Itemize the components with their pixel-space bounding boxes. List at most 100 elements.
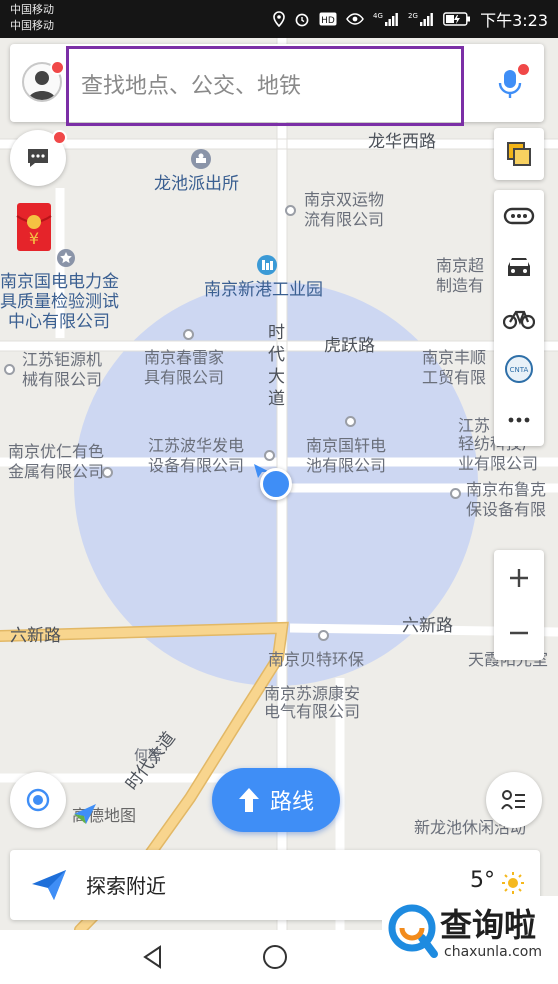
poi-dot <box>264 450 275 461</box>
poi-label-beite[interactable]: 南京贝特环保 <box>268 650 364 670</box>
taxi-icon <box>508 257 530 276</box>
explore-nearby-label: 探索附近 <box>86 874 166 898</box>
poi-label-fengshun-2[interactable]: 工贸有限 <box>422 368 486 388</box>
traffic-icon <box>503 207 535 224</box>
poi-label-youren-1[interactable]: 南京优仁有色 <box>8 442 104 462</box>
sun-icon <box>502 872 524 898</box>
poi-dot <box>183 329 194 340</box>
poi-label-fengshun-1[interactable]: 南京丰顺 <box>422 348 486 368</box>
home-circle-icon <box>263 945 287 969</box>
weather-temperature: 5° <box>470 868 495 893</box>
road-label-liuxin-west: 六新路 <box>10 626 61 646</box>
poi-label-sumyuan-2[interactable]: 电气有限公司 <box>264 702 360 722</box>
alarm-icon <box>295 13 309 27</box>
poi-dot <box>450 488 461 499</box>
back-button[interactable] <box>140 944 166 974</box>
avatar-notification-dot <box>50 60 65 75</box>
poi-label-shuangyun-2[interactable]: 流有限公司 <box>304 210 384 230</box>
poi-label-guoxuan-1[interactable]: 南京国轩电 <box>306 436 386 456</box>
poi-label-xingang[interactable]: 南京新港工业园 <box>204 280 323 300</box>
layers-panel <box>494 128 544 180</box>
poi-label-guodian-1[interactable]: 南京国电电力金 <box>0 272 119 292</box>
layers-button[interactable] <box>494 128 544 180</box>
poi-label-sumyuan-1[interactable]: 南京苏源康安 <box>264 684 360 704</box>
poi-label-bulu-1[interactable]: 南京布鲁克 <box>466 480 546 500</box>
cnta-icon: CNTA <box>505 355 533 384</box>
svg-text:CNTA: CNTA <box>510 366 529 374</box>
poi-label-chaoji-1[interactable]: 南京超 <box>436 256 484 276</box>
road-label-liuxin-east: 六新路 <box>402 616 453 636</box>
amap-logo-icon <box>74 804 96 824</box>
bicycle-icon <box>503 310 535 330</box>
amap-logo: 高德地图 <box>72 802 136 826</box>
route-button-label: 路线 <box>269 790 314 815</box>
poi-label-bulu-2[interactable]: 保设备有限 <box>466 500 546 520</box>
arrow-up-icon <box>238 788 259 812</box>
carrier-label-2: 中国移动 <box>10 19 54 32</box>
zoom-out-button[interactable] <box>494 605 544 660</box>
plus-icon <box>510 568 528 587</box>
taxi-button[interactable] <box>494 241 544 292</box>
poi-label-shuangyun-1[interactable]: 南京双运物 <box>304 190 384 210</box>
home-button[interactable] <box>262 944 288 974</box>
zoom-control <box>494 550 544 660</box>
route-button[interactable]: 路线 <box>212 768 340 832</box>
paper-plane-icon <box>30 868 68 906</box>
minus-icon <box>510 631 528 634</box>
poi-label-guoxuan-2[interactable]: 池有限公司 <box>306 456 386 476</box>
carrier-label-1: 中国移动 <box>10 3 54 16</box>
poi-label-guodian-2[interactable]: 具质量检验测试 <box>0 292 119 312</box>
status-icons: HD 4G 2G 下午3:23 <box>273 9 548 30</box>
poi-label-guodian-3[interactable]: 中心有限公司 <box>8 312 110 332</box>
svg-text:2G: 2G <box>408 12 418 20</box>
search-input[interactable] <box>66 46 464 126</box>
poi-dot <box>318 630 329 641</box>
poi-label-youren-2[interactable]: 金属有限公司 <box>8 462 104 482</box>
poi-label-jiangsu-fz-1[interactable]: 江苏 <box>458 416 490 436</box>
poi-label-chunlei-2[interactable]: 具有限公司 <box>144 368 224 388</box>
signal-2g-icon: 2G <box>408 12 433 26</box>
cnta-button[interactable]: CNTA <box>494 344 544 395</box>
road-label-shidai-vertical: 时代大道 <box>268 323 285 409</box>
status-bar: 中国移动 中国移动 HD 4G 2G 下午3:23 <box>0 0 558 38</box>
traffic-button[interactable] <box>494 190 544 241</box>
poi-dot <box>4 364 15 375</box>
watermark-url: chaxunla.com <box>444 944 542 960</box>
locate-icon <box>26 788 50 812</box>
poi-label-police[interactable]: 龙池派出所 <box>154 174 239 194</box>
poi-label-chaoji-2[interactable]: 制造有 <box>436 276 484 296</box>
watermark-title: 查询啦 <box>440 906 537 944</box>
poi-label-juyuan-2[interactable]: 械有限公司 <box>22 370 102 390</box>
poi-label-bohua-1[interactable]: 江苏波华发电 <box>148 436 244 456</box>
signal-4g-icon: 4G <box>373 12 398 26</box>
poi-label-jiangsu-fz-3[interactable]: 业有限公司 <box>458 454 538 474</box>
poi-label-chunlei-1[interactable]: 南京春雷家 <box>144 348 224 368</box>
poi-dot <box>285 205 296 216</box>
watermark-logo-icon <box>388 904 440 964</box>
zoom-in-button[interactable] <box>494 550 544 605</box>
commute-button[interactable] <box>486 772 542 828</box>
poi-label-heying[interactable]: 何营 <box>134 746 162 766</box>
bike-button[interactable] <box>494 292 544 343</box>
svg-text:4G: 4G <box>373 12 383 20</box>
tools-panel: CNTA <box>494 190 544 446</box>
battery-icon <box>443 12 471 26</box>
eye-icon <box>346 13 364 25</box>
locate-button[interactable] <box>10 772 66 828</box>
clock: 下午3:23 <box>480 11 548 30</box>
layers-icon <box>507 142 531 166</box>
message-notification-dot <box>52 130 67 145</box>
poi-dot <box>345 416 356 427</box>
location-icon <box>273 11 285 27</box>
road-label-huyue: 虎跃路 <box>324 336 375 356</box>
current-location-marker[interactable] <box>260 468 292 500</box>
poi-label-bohua-2[interactable]: 设备有限公司 <box>148 456 244 476</box>
list-person-icon <box>501 790 525 810</box>
more-dots-icon <box>508 418 530 423</box>
road-label-longhua: 龙华西路 <box>368 132 436 152</box>
back-triangle-icon <box>143 945 161 969</box>
more-button[interactable] <box>494 395 544 446</box>
poi-label-juyuan-1[interactable]: 江苏钜源机 <box>22 350 102 370</box>
hd-icon: HD <box>319 12 337 26</box>
svg-text:¥: ¥ <box>29 229 39 248</box>
